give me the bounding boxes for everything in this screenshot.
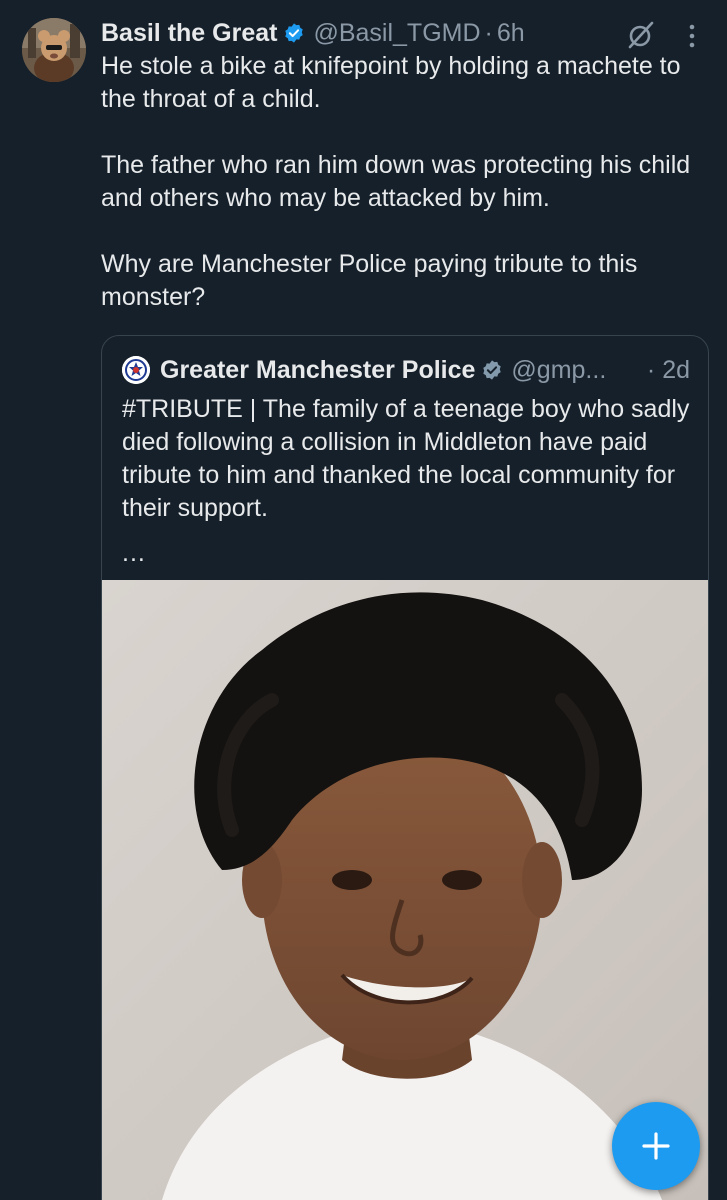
portrait-image — [102, 580, 708, 1200]
quote-time-value: 2d — [662, 355, 690, 384]
quote-time[interactable]: · 2d — [647, 356, 690, 385]
author-avatar[interactable] — [22, 18, 86, 82]
tweet-paragraph: The father who ran him down was protecti… — [101, 151, 691, 212]
tweet-header: Basil the Great @Basil_TGMD · 6h — [101, 14, 525, 52]
tweet-paragraph: Why are Manchester Police paying tribute… — [101, 250, 638, 311]
tweet-screen: Basil the Great @Basil_TGMD · 6h He stol… — [0, 0, 727, 1200]
more-vertical-icon[interactable] — [684, 22, 700, 50]
author-name[interactable]: Basil the Great — [101, 19, 277, 48]
compose-button[interactable] — [612, 1102, 700, 1190]
author-handle[interactable]: @Basil_TGMD — [313, 19, 480, 48]
verified-badge-icon — [283, 22, 305, 44]
separator-dot: · — [646, 355, 656, 384]
gmp-crest-icon — [122, 356, 150, 384]
tweet-text: He stole a bike at knifepoint by holding… — [101, 50, 701, 314]
quote-header: Greater Manchester Police @gmp... · 2d — [122, 350, 690, 390]
avatar-image — [22, 18, 86, 82]
quote-paragraph: #TRIBUTE | The family of a teenage boy w… — [122, 395, 690, 522]
quoted-tweet-card[interactable]: Greater Manchester Police @gmp... · 2d #… — [101, 335, 709, 1200]
quote-photo[interactable] — [102, 580, 708, 1200]
tweet-time[interactable]: 6h — [497, 19, 525, 48]
grok-icon[interactable] — [626, 20, 656, 50]
tweet-paragraph: He stole a bike at knifepoint by holding… — [101, 52, 681, 113]
plus-icon — [642, 1132, 670, 1160]
verified-badge-icon — [481, 359, 503, 381]
separator-dot: · — [484, 18, 493, 47]
quote-text: #TRIBUTE | The family of a teenage boy w… — [122, 393, 692, 525]
show-more-ellipsis[interactable]: ... — [122, 539, 146, 568]
quote-author-handle[interactable]: @gmp... — [511, 356, 606, 385]
quote-author-name[interactable]: Greater Manchester Police — [160, 356, 475, 385]
